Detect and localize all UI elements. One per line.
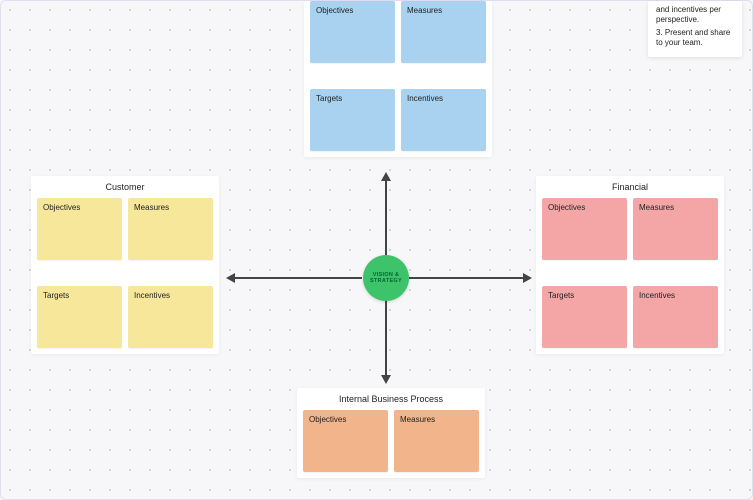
arrow-up-line <box>385 180 387 256</box>
sticky-financial-incentives[interactable]: Incentives <box>633 286 718 348</box>
sticky-internal-measures[interactable]: Measures <box>394 410 479 472</box>
sticky-top-objectives[interactable]: Objectives <box>310 1 395 63</box>
sticky-internal-objectives[interactable]: Objectives <box>303 410 388 472</box>
arrow-left-head <box>226 273 235 283</box>
sticky-financial-targets[interactable]: Targets <box>542 286 627 348</box>
center-vision-strategy[interactable]: VISION & STRATEGY <box>363 255 409 301</box>
sticky-financial-measures[interactable]: Measures <box>633 198 718 260</box>
arrow-right-head <box>523 273 532 283</box>
instruction-line-1: and incentives per perspective. <box>656 5 734 26</box>
arrow-up-head <box>381 172 391 181</box>
sticky-top-measures[interactable]: Measures <box>401 1 486 63</box>
panel-top[interactable]: Objectives Measures Targets Incentives <box>304 1 492 157</box>
sticky-customer-incentives[interactable]: Incentives <box>128 286 213 348</box>
instruction-card[interactable]: and incentives per perspective. 3. Prese… <box>648 1 742 57</box>
arrow-right-line <box>409 277 523 279</box>
panel-financial[interactable]: Financial Objectives Measures Targets In… <box>536 176 724 354</box>
panel-customer-title: Customer <box>31 176 219 198</box>
arrow-left-line <box>234 277 362 279</box>
panel-internal-title: Internal Business Process <box>297 388 485 410</box>
sticky-top-targets[interactable]: Targets <box>310 89 395 151</box>
center-label: VISION & STRATEGY <box>363 272 409 284</box>
sticky-customer-targets[interactable]: Targets <box>37 286 122 348</box>
panel-customer[interactable]: Customer Objectives Measures Targets Inc… <box>31 176 219 354</box>
arrow-down-line <box>385 299 387 375</box>
sticky-customer-objectives[interactable]: Objectives <box>37 198 122 260</box>
sticky-financial-objectives[interactable]: Objectives <box>542 198 627 260</box>
arrow-down-head <box>381 375 391 384</box>
sticky-customer-measures[interactable]: Measures <box>128 198 213 260</box>
panel-financial-title: Financial <box>536 176 724 198</box>
panel-internal-business-process[interactable]: Internal Business Process Objectives Mea… <box>297 388 485 478</box>
sticky-top-incentives[interactable]: Incentives <box>401 89 486 151</box>
instruction-line-2: 3. Present and share to your team. <box>656 28 734 49</box>
